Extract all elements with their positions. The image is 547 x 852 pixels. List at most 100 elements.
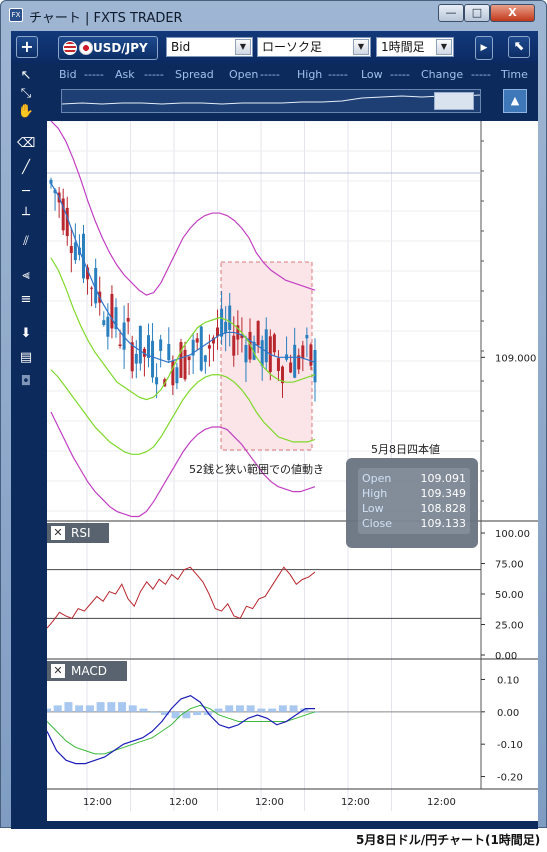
ohlc-key: High — [362, 487, 388, 500]
download-icon[interactable]: ⬇ — [17, 325, 35, 343]
rsi-label: RSI — [71, 526, 91, 540]
title-bar[interactable]: FX チャート | FXTS TRADER — □ X — [1, 1, 546, 31]
detach-icon[interactable]: ⬉ — [508, 36, 530, 58]
close-icon[interactable]: ✕ — [51, 664, 65, 678]
time-tick-label: 12:00 — [255, 797, 284, 808]
ohlc-value: 108.828 — [420, 502, 467, 515]
scroll-lock-icon[interactable]: ▲ — [503, 89, 527, 113]
chart-area[interactable]: 109.000 52銭と狭い範囲での値動き 5月8日四本値 100.00 75.00 50… — [47, 121, 538, 821]
candle-body — [183, 349, 187, 380]
add-chart-button[interactable]: + — [16, 36, 38, 58]
macd-histogram-bar — [96, 702, 105, 712]
pointer-icon[interactable]: ↖ — [17, 67, 35, 85]
candle-body — [151, 340, 155, 378]
candle-body — [305, 335, 309, 339]
candle-body — [203, 355, 207, 362]
macd-histogram-bar — [246, 705, 255, 712]
window-title: チャート | FXTS TRADER — [29, 11, 183, 26]
candle-body — [244, 345, 248, 363]
rsi-tick-label: 100.00 — [495, 529, 530, 540]
macd-histogram-bar — [278, 705, 287, 712]
macd-histogram-bar — [289, 705, 298, 712]
vertical-line-icon[interactable]: ┴ — [17, 207, 35, 225]
macd-histogram-bar — [268, 708, 277, 712]
macd-tick-label: 0.10 — [497, 675, 519, 686]
macd-histogram-bar — [225, 705, 234, 712]
high-value: ----- — [328, 68, 348, 81]
macd-panel-tab[interactable]: ✕ MACD — [47, 661, 127, 681]
rsi-panel-tab[interactable]: ✕ RSI — [47, 523, 109, 543]
candle-body — [134, 353, 138, 364]
candle-body — [224, 321, 228, 334]
chart-type-select[interactable]: ローソク足 ▼ — [257, 37, 371, 57]
drawing-toolbar: ↖ ⤡ ✋ ⌫ ╱ ─ ┴ ⫽ ⫷ ≡ ⬇ ▤ ◘ — [11, 67, 41, 829]
rsi-tick-label: 50.00 — [495, 590, 524, 601]
bid-label: Bid — [59, 68, 77, 81]
ohlc-key: Low — [362, 502, 384, 515]
macd-histogram-bar — [139, 708, 148, 712]
list-icon[interactable]: ▤ — [17, 349, 35, 367]
crosshair-pointer-icon[interactable]: ⤡ — [17, 85, 35, 103]
open-value: ----- — [260, 68, 280, 81]
panel-toggle-button[interactable]: ▶ — [475, 36, 493, 60]
candle-body — [73, 242, 77, 261]
candle-body — [264, 329, 268, 363]
low-value: ----- — [390, 68, 410, 81]
candle-body — [49, 179, 53, 184]
rsi-tick-label: 75.00 — [495, 560, 524, 571]
timeframe-select[interactable]: 1時間足 ▼ — [376, 37, 454, 57]
candle-body — [309, 344, 313, 366]
channel-icon[interactable]: ⫽ — [17, 233, 35, 251]
macd-histogram-bar — [64, 702, 73, 712]
navigator-thumb[interactable] — [434, 92, 474, 110]
fibonacci-lines-icon[interactable]: ≡ — [17, 291, 35, 309]
chart-window: FX チャート | FXTS TRADER — □ X + USD/JPY Bi… — [0, 0, 547, 829]
spread-label: Spread — [175, 68, 214, 81]
ohlc-value: 109.091 — [420, 472, 467, 485]
candle-body — [126, 317, 130, 322]
maximize-button[interactable]: □ — [464, 4, 490, 22]
bid-value: ----- — [84, 68, 104, 81]
macd-histogram-bar — [257, 708, 266, 712]
candle-body — [146, 335, 150, 358]
candle-body — [313, 350, 317, 383]
ask-value: ----- — [144, 68, 164, 81]
macd-histogram-bar — [85, 705, 94, 712]
trendline-icon[interactable]: ╱ — [17, 159, 35, 177]
price-type-select[interactable]: Bid ▼ — [166, 37, 253, 57]
fibonacci-fan-icon[interactable]: ⫷ — [17, 267, 35, 285]
candle-body — [195, 338, 199, 343]
eraser-icon[interactable]: ⌫ — [17, 135, 35, 153]
macd-tick-label: 0.00 — [497, 708, 519, 719]
close-icon[interactable]: ✕ — [51, 526, 65, 540]
candle-body — [276, 358, 280, 371]
symbol-button[interactable]: USD/JPY — [58, 36, 158, 60]
candle-body — [110, 293, 114, 329]
ohlc-row-open: Open 109.091 — [362, 472, 466, 485]
candle-body — [106, 316, 110, 337]
price-type-value: Bid — [171, 40, 191, 54]
ohlc-row-high: High 109.349 — [362, 487, 466, 500]
annotation-ohlc-title: 5月8日四本値 — [371, 442, 440, 456]
camera-icon[interactable]: ◘ — [17, 373, 35, 391]
horizontal-line-icon[interactable]: ─ — [17, 183, 35, 201]
minimize-button[interactable]: — — [438, 4, 464, 22]
candle-body — [155, 377, 159, 385]
price-tick-label: 109.000 — [495, 353, 536, 364]
hand-icon[interactable]: ✋ — [17, 103, 35, 121]
ohlc-row-low: Low 108.828 — [362, 502, 466, 515]
chart-navigator[interactable] — [61, 89, 481, 113]
macd-tick-label: -0.10 — [497, 740, 523, 751]
ohlc-value: 109.133 — [420, 517, 467, 530]
time-label: Time — [501, 68, 528, 81]
high-label: High — [297, 68, 323, 81]
macd-histogram-bar — [214, 708, 223, 712]
candle-body — [118, 344, 122, 347]
ohlc-value: 109.349 — [420, 487, 467, 500]
macd-tick-label: -0.20 — [497, 773, 523, 784]
close-button[interactable]: X — [490, 4, 535, 22]
candle-body — [207, 345, 211, 349]
candle-body — [175, 367, 179, 384]
candle-body — [69, 246, 73, 253]
price-info-row: Bid ----- Ask ----- Spread Open ----- Hi… — [47, 65, 538, 83]
